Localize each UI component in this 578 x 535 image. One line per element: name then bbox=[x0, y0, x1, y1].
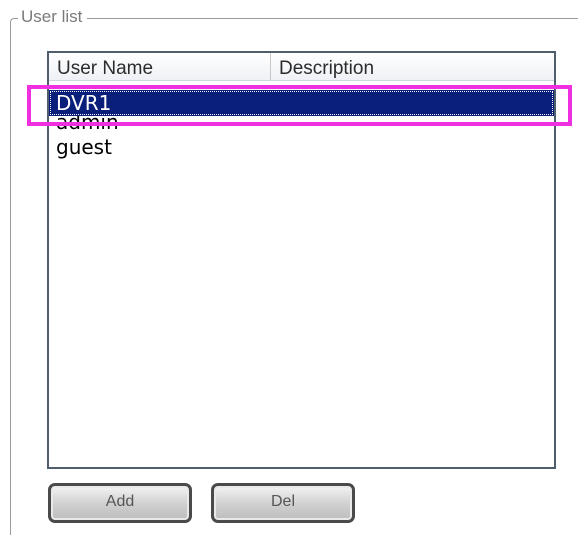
group-title: User list bbox=[18, 6, 88, 28]
list-item-dvr1[interactable]: DVR1 bbox=[49, 90, 554, 116]
list-item-guest[interactable]: guest bbox=[49, 134, 554, 161]
column-header-user-name[interactable]: User Name bbox=[49, 53, 271, 80]
user-list-view[interactable]: User Name Description DVR1 admin guest bbox=[47, 51, 556, 469]
add-button[interactable]: Add bbox=[48, 483, 192, 523]
del-button[interactable]: Del bbox=[211, 483, 355, 523]
list-header: User Name Description bbox=[49, 53, 554, 81]
column-header-description[interactable]: Description bbox=[271, 53, 471, 80]
list-item-admin[interactable]: admin bbox=[49, 116, 554, 134]
list-rows: DVR1 admin guest bbox=[49, 90, 554, 161]
